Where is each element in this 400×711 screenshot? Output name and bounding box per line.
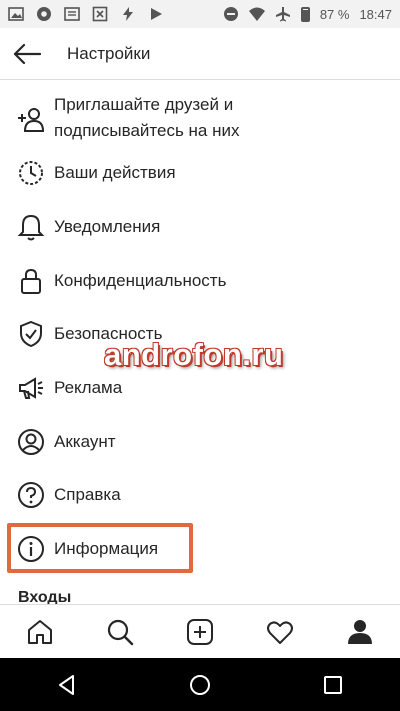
megaphone-icon — [16, 373, 46, 403]
wifi-icon — [248, 6, 265, 22]
tab-profile[interactable] — [335, 607, 385, 657]
menu-item-your-activity[interactable]: Ваши действия — [0, 158, 400, 188]
help-icon — [16, 480, 46, 510]
app-header: Настройки — [0, 28, 400, 80]
clock: 18:47 — [359, 6, 392, 22]
news-icon — [64, 6, 80, 22]
menu-item-label: Конфиденциальность — [54, 271, 227, 290]
account-icon — [16, 427, 46, 457]
add-post-icon — [187, 618, 213, 645]
dnd-icon — [223, 6, 239, 22]
profile-icon — [348, 619, 372, 644]
play-icon — [148, 6, 164, 22]
menu-item-ads[interactable]: Реклама — [0, 373, 400, 403]
back-triangle-icon — [58, 674, 74, 695]
menu-item-label: Информация — [54, 539, 159, 558]
tab-home[interactable] — [15, 607, 65, 657]
status-bar: 87 % 18:47 — [0, 0, 400, 28]
menu-item-about[interactable]: Информация — [0, 534, 400, 564]
menu-item-account[interactable]: Аккаунт — [0, 427, 400, 457]
menu-item-invite-friends[interactable]: Приглашайте друзей и подписывайтесь на н… — [0, 92, 400, 144]
watermark: androfon.ru — [104, 337, 284, 372]
battery-icon — [300, 6, 310, 22]
home-icon — [28, 619, 52, 644]
home-circle-icon — [189, 674, 210, 695]
menu-item-label: Приглашайте друзей и подписывайтесь на н… — [54, 95, 240, 140]
tab-new-post[interactable] — [175, 607, 225, 657]
menu-item-help[interactable]: Справка — [0, 480, 400, 510]
tab-activity[interactable] — [255, 607, 305, 657]
bell-icon — [16, 212, 46, 242]
close-box-icon — [92, 6, 108, 22]
arrow-left-icon — [13, 43, 41, 64]
menu-item-notifications[interactable]: Уведомления — [0, 212, 400, 242]
activity-clock-icon — [16, 158, 46, 188]
heart-icon — [267, 620, 293, 644]
battery-percent: 87 % — [319, 6, 350, 22]
info-icon — [16, 534, 46, 564]
menu-item-label: Аккаунт — [54, 432, 116, 451]
gallery-icon — [8, 6, 24, 22]
nav-back-button[interactable] — [37, 660, 97, 710]
shield-icon — [16, 319, 46, 349]
lock-icon — [16, 266, 46, 296]
menu-item-label: Справка — [54, 485, 121, 504]
airplane-icon — [275, 6, 291, 22]
tab-search[interactable] — [95, 607, 145, 657]
bottom-tab-bar — [0, 604, 400, 658]
menu-item-label: Уведомления — [54, 217, 161, 236]
menu-item-label: Ваши действия — [54, 163, 176, 182]
menu-item-label: Реклама — [54, 378, 123, 397]
chrome-icon — [36, 6, 52, 22]
android-nav-bar — [0, 658, 400, 711]
nav-home-button[interactable] — [170, 660, 230, 710]
search-icon — [107, 619, 134, 645]
page-title: Настройки — [67, 43, 151, 63]
menu-item-privacy[interactable]: Конфиденциальность — [0, 266, 400, 296]
nav-recents-button[interactable] — [303, 660, 363, 710]
recents-square-icon — [324, 675, 343, 694]
bolt-icon — [120, 6, 136, 22]
back-button[interactable] — [2, 28, 52, 80]
add-person-icon — [16, 104, 46, 134]
